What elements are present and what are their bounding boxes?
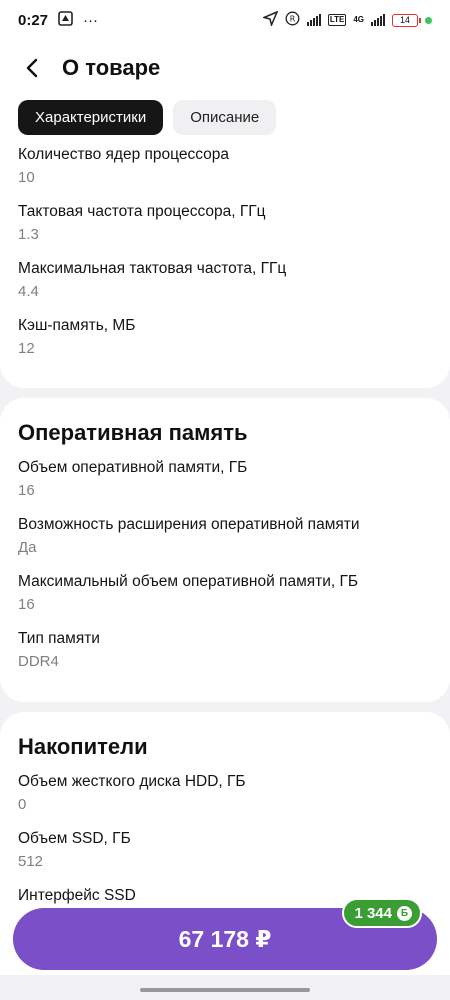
chevron-left-icon [26, 58, 38, 78]
spec-value: 1.3 [18, 226, 39, 243]
bonus-amount: 1 344 [354, 904, 392, 922]
ram-specs-card: Оперативная память Объем оперативной пам… [0, 398, 450, 702]
spec-item: Тактовая частота процессора, ГГц 1.3 [18, 196, 432, 253]
tabs: Характеристики Описание [0, 90, 450, 135]
section-title: Накопители [18, 734, 148, 759]
spec-label: Объем SSD, ГБ [18, 830, 131, 847]
recording-dot-icon [425, 16, 432, 24]
spec-label: Количество ядер процессора [18, 146, 230, 163]
spec-value: 16 [18, 482, 35, 499]
spec-value: 512 [18, 853, 44, 870]
spec-label: Тактовая частота процессора, ГГц [18, 203, 266, 220]
spec-label: Максимальная тактовая частота, ГГц [18, 260, 287, 277]
spec-value: 4.4 [18, 283, 39, 300]
spec-item: Объем SSD, ГБ 512 [18, 823, 432, 880]
spec-value: DDR4 [18, 653, 59, 670]
spec-value: 16 [18, 596, 35, 613]
processor-specs-card: Характеристики Описание Количество ядер … [0, 90, 450, 388]
spec-label: Максимальный объем оперативной памяти, Г… [18, 573, 359, 590]
network-type: 4G [353, 15, 364, 24]
spec-item: Возможность расширения оперативной памят… [18, 509, 432, 566]
spec-label: Возможность расширения оперативной памят… [18, 516, 360, 533]
spec-item: Тип памяти DDR4 [18, 623, 432, 680]
location-arrow-icon [261, 10, 279, 30]
home-indicator[interactable] [140, 988, 310, 992]
spec-item: Кэш-память, МБ 12 [18, 310, 432, 367]
spec-value: Да [18, 539, 37, 556]
spec-label: Объем оперативной памяти, ГБ [18, 459, 248, 476]
spec-label: Объем жесткого диска HDD, ГБ [18, 773, 246, 790]
signal-strength-2-icon [371, 14, 385, 26]
spec-label: Тип памяти [18, 630, 100, 647]
lte-badge: LTE [327, 14, 347, 26]
more-notifications-icon: ··· [83, 11, 99, 29]
status-time: 0:27 [18, 11, 49, 29]
spec-item: Объем оперативной памяти, ГБ 16 [18, 452, 432, 509]
spec-item: Количество ядер процессора 10 [18, 139, 432, 196]
section-title: Оперативная память [18, 420, 248, 445]
page-header: О товаре [0, 40, 450, 96]
bonus-badge: 1 344 Б [342, 898, 422, 928]
price-label: 67 178 ₽ [178, 925, 272, 952]
spec-item: Максимальная тактовая частота, ГГц 4.4 [18, 253, 432, 310]
status-bar: 0:27 ··· R LTE 4G 14 [0, 0, 450, 40]
tab-description[interactable]: Описание [173, 100, 277, 135]
spec-value: 12 [18, 340, 35, 357]
app-notification-icon [58, 10, 73, 30]
registered-icon: R [285, 11, 300, 30]
bonus-icon: Б [397, 905, 412, 921]
spec-value: 10 [18, 169, 35, 186]
spec-item: Объем жесткого диска HDD, ГБ 0 [18, 766, 432, 823]
tab-characteristics[interactable]: Характеристики [18, 100, 164, 135]
page-title: О товаре [62, 55, 161, 80]
spec-value: 0 [18, 796, 27, 813]
spec-item: Максимальный объем оперативной памяти, Г… [18, 566, 432, 623]
back-button[interactable] [18, 54, 46, 82]
signal-strength-icon [306, 14, 321, 26]
spec-label: Кэш-память, МБ [18, 317, 136, 334]
battery-icon: 14 [392, 13, 421, 27]
svg-text:R: R [290, 14, 296, 23]
